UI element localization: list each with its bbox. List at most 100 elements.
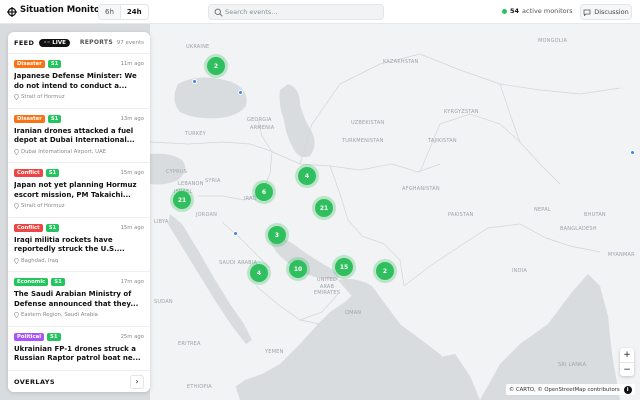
zoom-out-button[interactable]: − — [620, 362, 634, 376]
map-label-yemen: YEMEN — [265, 349, 284, 355]
location-pin-icon — [14, 257, 19, 264]
info-icon[interactable]: i — [623, 385, 632, 394]
location-text: Strait of Hormuz — [21, 203, 65, 209]
severity-badge: S1 — [47, 114, 62, 123]
event-cluster[interactable]: 4 — [298, 167, 316, 185]
event-marker[interactable] — [192, 79, 197, 84]
location-pin-icon — [14, 94, 19, 100]
attribution-text: © CARTO, © OpenStreetMap contributors — [509, 386, 620, 393]
headline: The Saudi Arabian Ministry of Defense an… — [14, 290, 139, 308]
map-label-myanmar: MYANMAR — [608, 252, 635, 258]
location: Dubai International Airport, UAE — [14, 148, 144, 155]
feed-item[interactable]: Disaster S1 11m ago Japanese Defense Min… — [8, 54, 150, 109]
severity-badge: S1 — [45, 169, 60, 177]
timestamp: 15m ago — [120, 224, 144, 231]
event-marker[interactable] — [233, 231, 238, 236]
event-cluster[interactable]: 15 — [335, 258, 353, 276]
severity-badge: S1 — [47, 332, 61, 341]
map-label-iraq: IRAQ — [244, 196, 257, 202]
timestamp: 15m ago — [120, 170, 144, 176]
location: Strait of Hormuz — [14, 203, 144, 209]
overlays-label: OVERLAYS — [14, 377, 55, 386]
location: Baghdad, Iraq — [14, 257, 144, 264]
feed-item[interactable]: Economic S1 17m ago The Saudi Arabian Mi… — [8, 272, 150, 327]
feed-panel: FEED ◦◦ LIVE REPORTS 97 events Disaster … — [8, 32, 150, 392]
map-label-cyprus: CYPRUS — [166, 169, 187, 175]
map-label-india: INDIA — [512, 268, 527, 274]
map-label-ethiopia: ETHIOPIA — [187, 384, 212, 390]
map-label-kazakhstan: KAZAKHSTAN — [383, 59, 419, 65]
map-label-nepal: NEPAL — [534, 207, 551, 213]
event-cluster[interactable]: 21 — [315, 199, 333, 217]
feed-item[interactable]: Conflict S1 15m ago Japan not yet planni… — [8, 163, 150, 218]
location: Strait of Hormuz — [14, 94, 144, 100]
top-bar: Situation Monitor 6h 24h 54 active monit… — [0, 0, 640, 24]
event-cluster[interactable]: 3 — [268, 226, 286, 244]
headline: Japan not yet planning Hormuz escort mis… — [14, 181, 137, 199]
headline: Japanese Defense Minister: We do not int… — [14, 72, 137, 90]
map-label-eritrea: ERITREA — [178, 341, 201, 347]
map-label-turkmenistan: TURKMENISTAN — [342, 138, 384, 144]
discussion-button[interactable]: Discussion — [580, 4, 632, 20]
location: Eastern Region, Saudi Arabia — [14, 312, 144, 318]
search-input[interactable] — [225, 6, 375, 18]
range-24h-button[interactable]: 24h — [119, 5, 148, 19]
map-label-jordan: JORDAN — [196, 212, 218, 218]
map-label-kyrgyzstan: KYRGYZSTAN — [444, 109, 479, 115]
range-6h-button[interactable]: 6h — [99, 5, 120, 19]
map-label-pakistan: PAKISTAN — [448, 212, 474, 218]
map-label-bangladesh: BANGLADESH — [560, 226, 597, 232]
headline: Iraqi militia rockets have reportedly st… — [14, 235, 125, 254]
feed-tab[interactable]: FEED — [14, 39, 34, 47]
event-cluster[interactable]: 2 — [376, 262, 394, 280]
location-text: Baghdad, Iraq — [21, 257, 59, 264]
event-cluster[interactable]: 6 — [255, 183, 273, 201]
map-label-mongolia: MONGOLIA — [538, 38, 568, 44]
time-range-toggle: 6h 24h — [98, 4, 149, 20]
event-count: 97 events — [116, 39, 144, 46]
map-label-uae: UNITED ARAB EMIRATES — [313, 277, 341, 296]
category-badge: Disaster — [14, 60, 45, 68]
map-label-sudan: SUDAN — [154, 299, 173, 305]
category-badge: Conflict — [14, 223, 43, 232]
live-label: LIVE — [52, 39, 66, 46]
event-marker[interactable] — [238, 90, 243, 95]
chevron-right-icon[interactable]: › — [130, 374, 144, 389]
active-monitors-status: 54 active monitors — [502, 7, 573, 15]
event-cluster[interactable]: 10 — [289, 260, 307, 278]
map-label-oman: OMAN — [345, 310, 362, 316]
reports-tab[interactable]: REPORTS — [80, 39, 113, 46]
location-text: Eastern Region, Saudi Arabia — [21, 312, 98, 318]
map-label-uzbekistan: UZBEKISTAN — [351, 120, 385, 126]
location-text: Dubai International Airport, UAE — [21, 148, 107, 155]
category-badge: Economic — [14, 278, 49, 286]
monitor-count: 54 — [510, 7, 520, 15]
location-text: Strait of Hormuz — [21, 94, 65, 100]
map-label-sri-lanka: SRI LANKA — [558, 362, 587, 368]
feed-item[interactable]: Disaster S1 13m ago Iranian drones attac… — [8, 109, 150, 163]
map-label-afghanistan: AFGHANISTAN — [402, 186, 440, 192]
map-label-tajikistan: TAJIKISTAN — [428, 138, 457, 144]
timestamp: 25m ago — [120, 333, 144, 340]
map-label-georgia: GEORGIA — [247, 117, 272, 123]
discussion-label: Discussion — [594, 8, 629, 16]
monitor-label: active monitors — [522, 7, 573, 15]
map-label-bhutan: BHUTAN — [584, 212, 606, 218]
headline: Iranian drones attacked a fuel depot at … — [14, 126, 135, 145]
app-title: Situation Monitor — [20, 5, 105, 15]
location-pin-icon — [14, 312, 19, 318]
live-badge[interactable]: ◦◦ LIVE — [39, 38, 70, 47]
event-cluster[interactable]: 2 — [207, 57, 225, 75]
timestamp: 13m ago — [120, 115, 144, 122]
severity-badge: S1 — [45, 223, 60, 232]
feed-item[interactable]: Conflict S1 15m ago Iraqi militia rocket… — [8, 218, 150, 272]
zoom-controls: + − — [620, 348, 634, 376]
map-label-syria: SYRIA — [205, 178, 221, 184]
event-cluster[interactable]: 21 — [173, 191, 191, 209]
map-label-ukraine: UKRAINE — [186, 44, 210, 50]
map-label-lebanon: LEBANON — [178, 181, 204, 187]
event-cluster[interactable]: 4 — [250, 264, 268, 282]
zoom-in-button[interactable]: + — [620, 348, 634, 362]
event-marker[interactable] — [630, 150, 635, 155]
category-badge: Conflict — [14, 169, 43, 177]
